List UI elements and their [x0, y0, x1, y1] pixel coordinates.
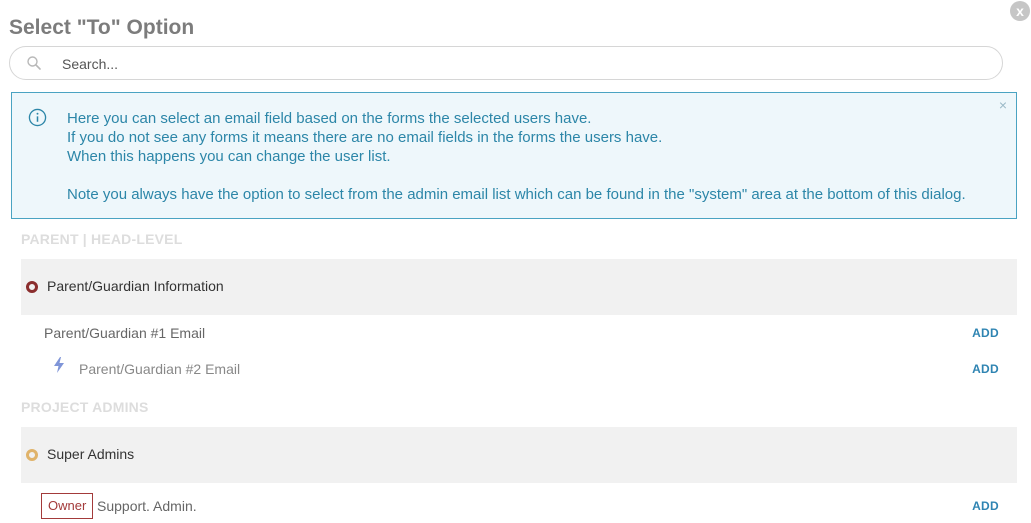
info-note: Note you always have the option to selec…	[67, 186, 966, 203]
section-header-parent: PARENT | HEAD-LEVEL	[21, 231, 183, 247]
info-line: If you do not see any forms it means the…	[67, 129, 663, 146]
dialog-title: Select "To" Option	[9, 16, 195, 39]
radio-icon[interactable]	[26, 449, 38, 461]
info-line: When this happens you can change the use…	[67, 148, 391, 165]
owner-badge: Owner	[41, 493, 94, 519]
list-item-label: Parent/Guardian #2 Email	[79, 361, 241, 377]
list-item-label: Parent/Guardian #1 Email	[44, 325, 206, 341]
add-button[interactable]: ADD	[972, 499, 999, 513]
radio-selected-icon[interactable]	[26, 281, 38, 293]
close-icon: x	[1016, 3, 1024, 19]
group-label: Super Admins	[47, 446, 135, 462]
info-message: Here you can select an email field based…	[67, 109, 966, 204]
info-icon	[28, 108, 47, 127]
group-parent-guardian[interactable]: Parent/Guardian Information	[21, 259, 1017, 315]
lightning-icon	[54, 357, 64, 373]
group-label: Parent/Guardian Information	[47, 278, 224, 294]
info-panel: × Here you can select an email field bas…	[11, 92, 1017, 219]
close-dialog-button[interactable]: x	[1010, 1, 1030, 21]
info-line: Here you can select an email field based…	[67, 110, 592, 127]
add-button[interactable]: ADD	[972, 362, 999, 376]
info-dismiss-button[interactable]: ×	[999, 97, 1007, 113]
search-input[interactable]	[60, 47, 984, 81]
add-button[interactable]: ADD	[972, 326, 999, 340]
group-super-admins[interactable]: Super Admins	[21, 427, 1017, 483]
list-item-label: Support. Admin.	[97, 498, 197, 514]
section-header-admins: PROJECT ADMINS	[21, 399, 149, 415]
search-bar	[9, 46, 1003, 81]
search-icon	[27, 56, 41, 70]
